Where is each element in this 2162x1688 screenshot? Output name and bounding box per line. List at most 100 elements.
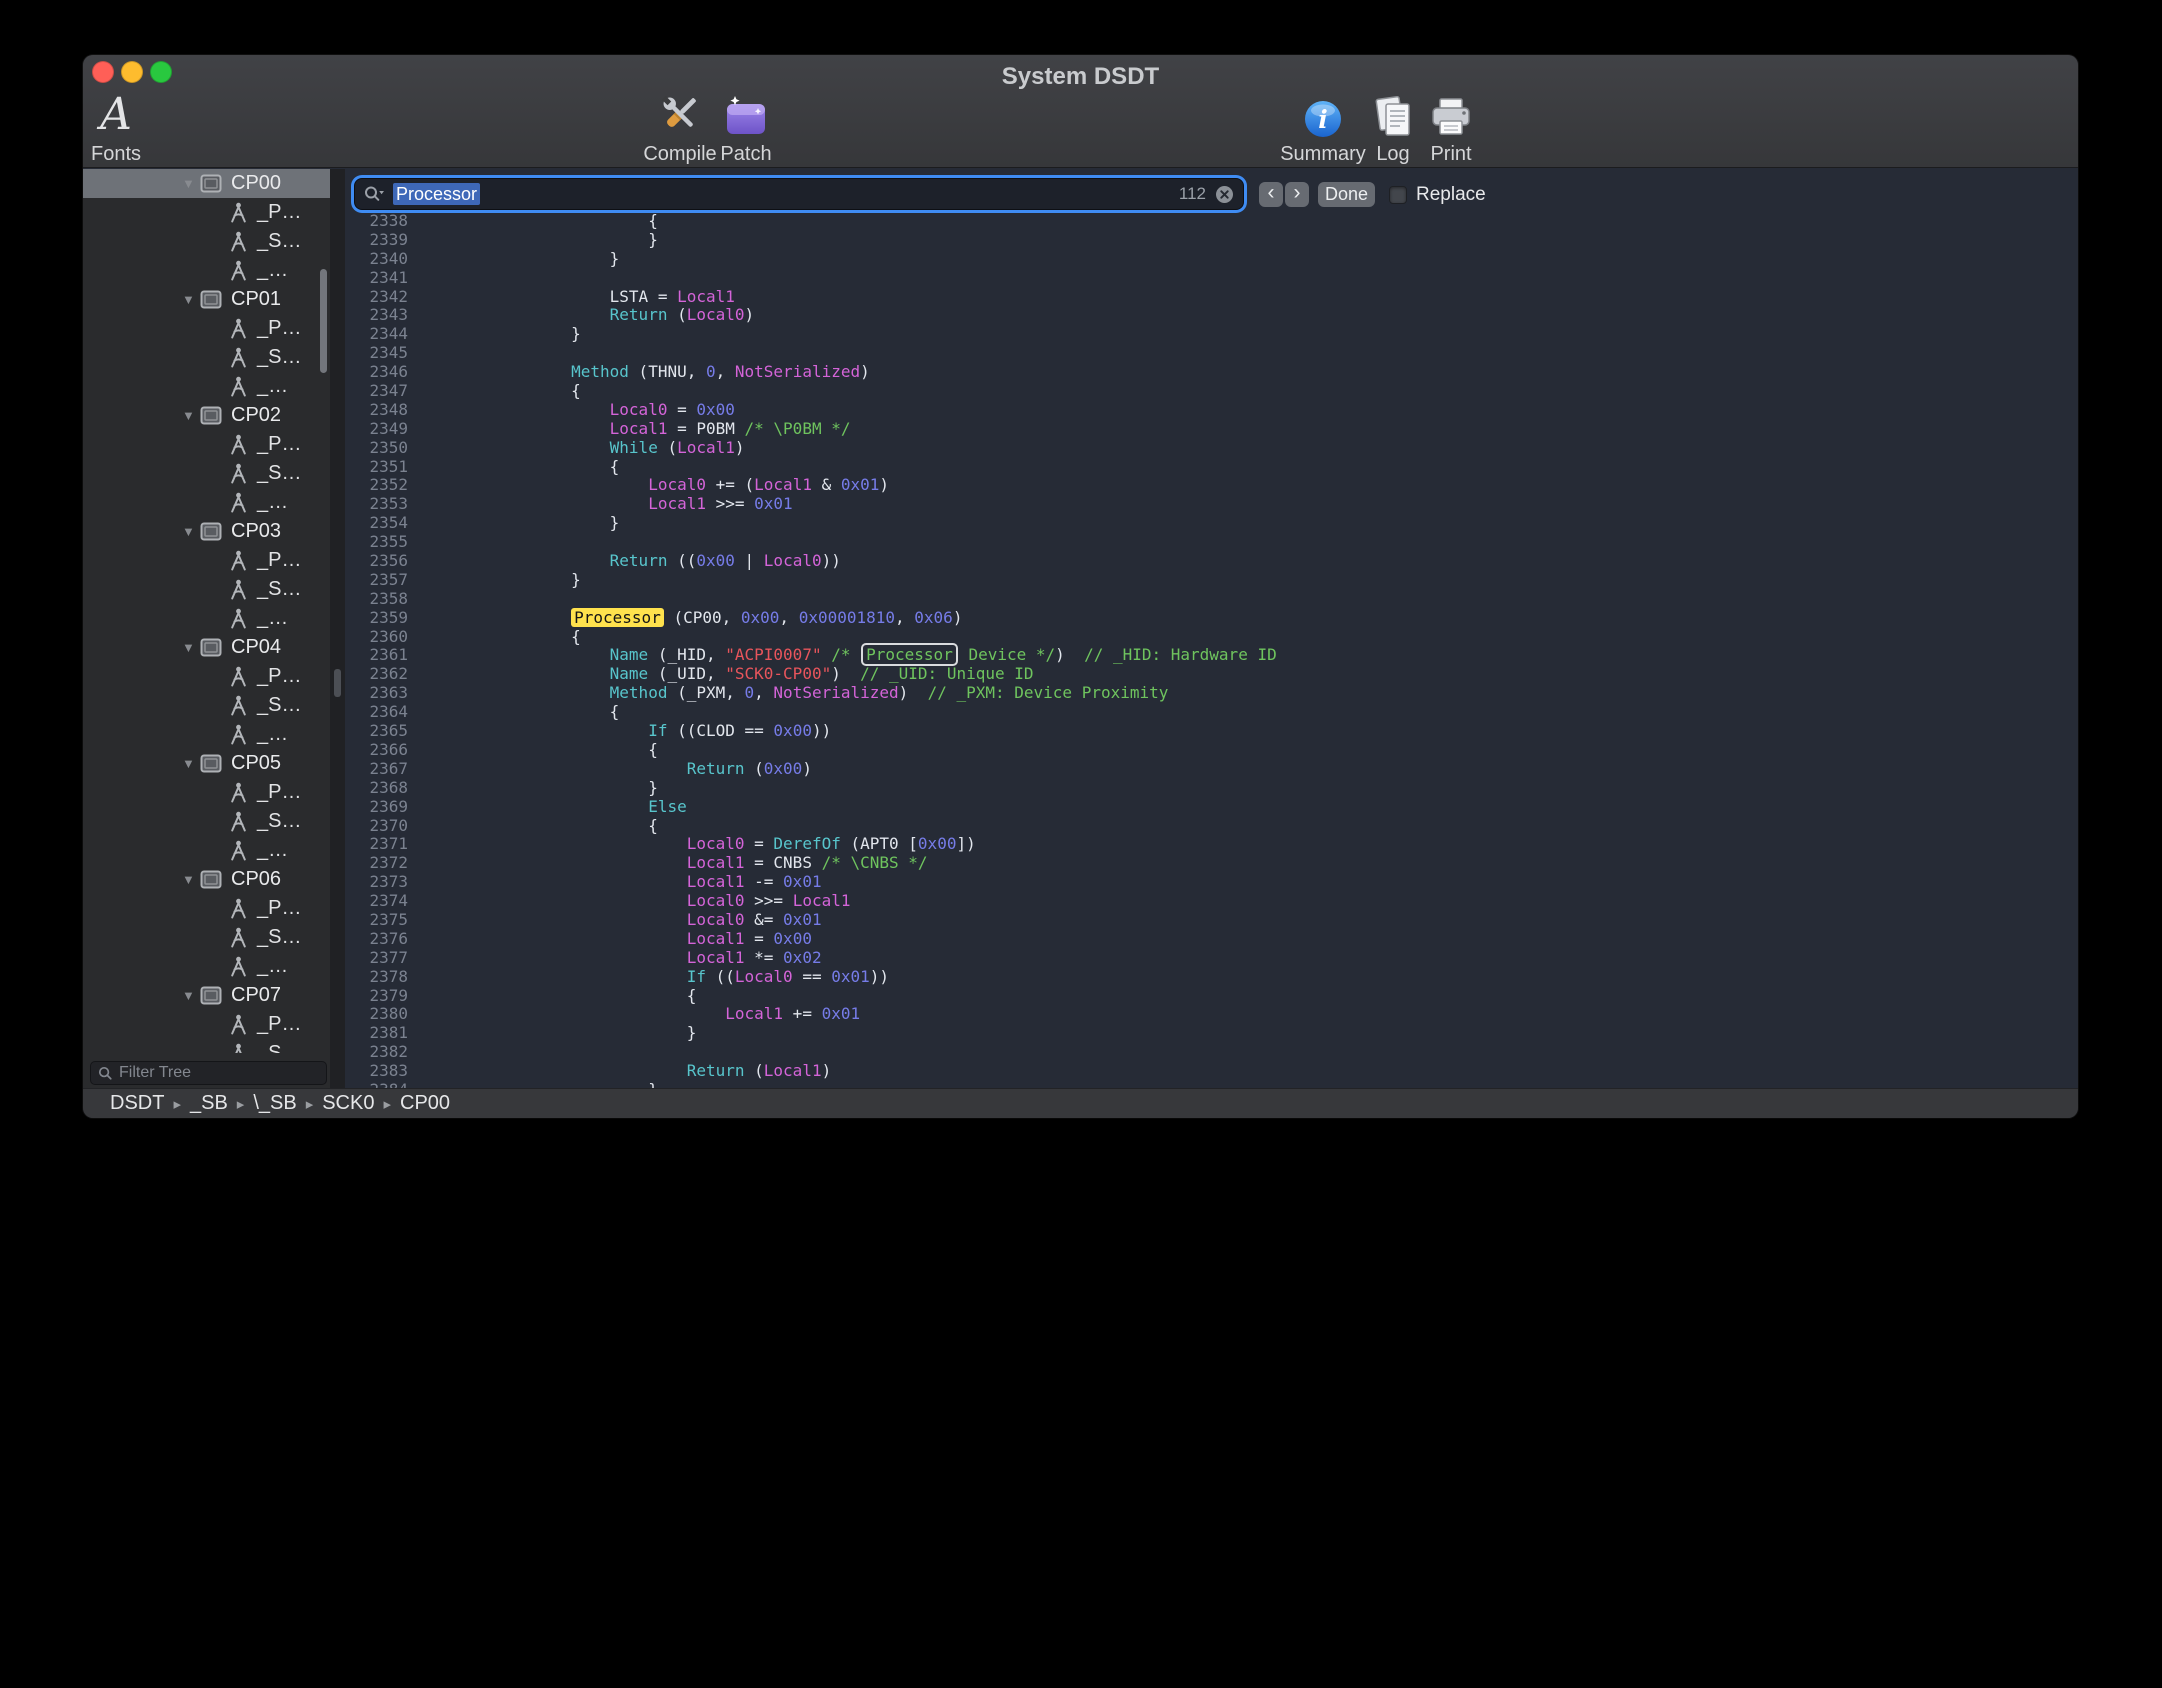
line-number: 2348	[345, 401, 408, 420]
tree-subitem[interactable]: _P…	[83, 662, 330, 691]
line-number: 2378	[345, 968, 408, 987]
replace-checkbox[interactable]	[1389, 186, 1407, 204]
tree-subitem[interactable]: _S…	[83, 227, 330, 256]
code-line: 2382	[345, 1043, 2078, 1062]
tree-subitem-label: _…	[257, 839, 288, 862]
code-text: }	[417, 779, 658, 798]
tree-subitem[interactable]: _…	[83, 836, 330, 865]
disclosure-triangle-icon[interactable]: ▼	[182, 176, 200, 191]
code-line: 2362 Name (_UID, "SCK0-CP00") // _UID: U…	[345, 665, 2078, 684]
tree-item-cp04[interactable]: ▼CP04	[83, 633, 330, 662]
tree-subitem[interactable]: _…	[83, 952, 330, 981]
code-area[interactable]: 2338 {2339 }2340 }23412342 LSTA = Local1…	[345, 212, 2078, 1088]
tree-subitem[interactable]: _S…	[83, 807, 330, 836]
editor-pane[interactable]: Processor 112 ‹ › Done Replace 2338 {233…	[345, 169, 2078, 1088]
code-line: 2375 Local0 &= 0x01	[345, 911, 2078, 930]
tree-subitem[interactable]: _…	[83, 256, 330, 285]
tree-item-cp05[interactable]: ▼CP05	[83, 749, 330, 778]
code-line: 2383 Return (Local1)	[345, 1062, 2078, 1081]
tree-item-cp01[interactable]: ▼CP01	[83, 285, 330, 314]
splitter-handle-icon[interactable]	[334, 669, 341, 697]
code-line: 2342 LSTA = Local1	[345, 288, 2078, 307]
code-line: 2381 }	[345, 1024, 2078, 1043]
tree-subitem[interactable]: _S…	[83, 575, 330, 604]
sidebar-scrollbar[interactable]	[320, 269, 327, 373]
filter-search-icon	[98, 1066, 113, 1081]
breadcrumb-item[interactable]: _SB	[190, 1092, 228, 1115]
previous-match-button[interactable]: ‹	[1259, 182, 1283, 207]
disclosure-triangle-icon[interactable]: ▼	[182, 756, 200, 771]
tree-subitem-label: _P…	[257, 1013, 301, 1036]
tree-subitem[interactable]: _P…	[83, 546, 330, 575]
app-window: System DSDT A Fonts	[83, 55, 2078, 1118]
tree-subitem[interactable]: _…	[83, 720, 330, 749]
line-number: 2371	[345, 835, 408, 854]
breadcrumb-item[interactable]: SCK0	[322, 1092, 374, 1115]
disclosure-triangle-icon[interactable]: ▼	[182, 408, 200, 423]
disclosure-triangle-icon[interactable]: ▼	[182, 640, 200, 655]
code-line: 2351 {	[345, 458, 2078, 477]
tree-subitem[interactable]: _S…	[83, 691, 330, 720]
code-text: Return (Local1)	[417, 1062, 831, 1081]
code-text: LSTA = Local1	[417, 288, 735, 307]
code-line: 2345	[345, 344, 2078, 363]
code-line: 2354 }	[345, 514, 2078, 533]
done-button[interactable]: Done	[1318, 182, 1375, 207]
tree-subitem[interactable]: _P…	[83, 1010, 330, 1039]
tree-subitem[interactable]: _S…	[83, 1039, 330, 1053]
next-match-button[interactable]: ›	[1285, 182, 1309, 207]
code-line: 2357 }	[345, 571, 2078, 590]
tree-item-label: CP03	[231, 520, 281, 543]
tree-item-cp07[interactable]: ▼CP07	[83, 981, 330, 1010]
line-number: 2360	[345, 628, 408, 647]
method-icon	[229, 898, 248, 919]
tree-subitem[interactable]: _S…	[83, 923, 330, 952]
disclosure-triangle-icon[interactable]: ▼	[182, 524, 200, 539]
line-number: 2345	[345, 344, 408, 363]
tree-subitem[interactable]: _…	[83, 604, 330, 633]
tree-subitem[interactable]: _P…	[83, 198, 330, 227]
print-button[interactable]: Print	[1406, 85, 1496, 165]
pane-splitter[interactable]	[330, 169, 345, 1088]
code-text: While (Local1)	[417, 439, 745, 458]
filter-tree-input[interactable]: Filter Tree	[90, 1061, 327, 1085]
method-icon	[229, 666, 248, 687]
tree-item-cp06[interactable]: ▼CP06	[83, 865, 330, 894]
tree-subitem[interactable]: _S…	[83, 459, 330, 488]
code-line: 2349 Local1 = P0BM /* \P0BM */	[345, 420, 2078, 439]
breadcrumb-item[interactable]: CP00	[400, 1092, 450, 1115]
tree-subitem[interactable]: _P…	[83, 430, 330, 459]
line-number: 2339	[345, 231, 408, 250]
tree-subitem[interactable]: _…	[83, 372, 330, 401]
code-text: {	[417, 628, 581, 647]
clear-search-button[interactable]	[1215, 185, 1234, 204]
code-line: 2356 Return ((0x00 | Local0))	[345, 552, 2078, 571]
disclosure-triangle-icon[interactable]: ▼	[182, 292, 200, 307]
find-input[interactable]: Processor 112	[355, 179, 1243, 209]
title-bar[interactable]: System DSDT A Fonts	[83, 55, 2078, 168]
code-text: Local1 >>= 0x01	[417, 495, 793, 514]
tree-subitem[interactable]: _P…	[83, 894, 330, 923]
tree-subitem[interactable]: _S…	[83, 343, 330, 372]
tree-subitem[interactable]: _…	[83, 488, 330, 517]
disclosure-triangle-icon[interactable]: ▼	[182, 872, 200, 887]
tree-item-cp02[interactable]: ▼CP02	[83, 401, 330, 430]
code-line: 2377 Local1 *= 0x02	[345, 949, 2078, 968]
method-icon	[229, 434, 248, 455]
code-text: Local1 *= 0x02	[417, 949, 822, 968]
scope-icon	[200, 522, 222, 541]
tree-item-cp00[interactable]: ▼CP00	[83, 169, 330, 198]
disclosure-triangle-icon[interactable]: ▼	[182, 988, 200, 1003]
tree-subitem[interactable]: _P…	[83, 314, 330, 343]
line-number: 2363	[345, 684, 408, 703]
method-icon	[229, 550, 248, 571]
tree-subitem[interactable]: _P…	[83, 778, 330, 807]
breadcrumb-item[interactable]: \_SB	[253, 1092, 296, 1115]
code-line: 2364 {	[345, 703, 2078, 722]
replace-label: Replace	[1416, 184, 1486, 206]
breadcrumb-item[interactable]: DSDT	[110, 1092, 164, 1115]
fonts-button[interactable]: A Fonts	[83, 85, 161, 165]
tree-item-cp03[interactable]: ▼ CP03	[83, 517, 330, 546]
find-navigation: ‹ ›	[1259, 182, 1309, 207]
patch-button[interactable]: Patch	[701, 85, 791, 165]
